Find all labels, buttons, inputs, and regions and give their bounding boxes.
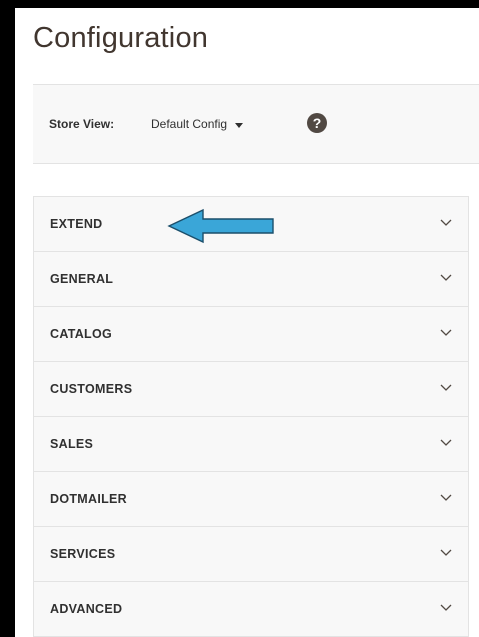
config-tabs: EXTEND GENERAL CATALOG CUSTOMERS SALES D… xyxy=(33,196,469,637)
tab-advanced[interactable]: ADVANCED xyxy=(34,582,468,637)
configuration-page: Configuration Store View: Default Config… xyxy=(15,8,479,637)
page-title: Configuration xyxy=(33,22,209,54)
chevron-down-icon xyxy=(440,384,452,391)
chevron-down-icon xyxy=(440,604,452,611)
tab-sales[interactable]: SALES xyxy=(34,417,468,472)
chevron-down-icon xyxy=(440,329,452,336)
store-view-switcher: Store View: Default Config ? xyxy=(33,84,479,164)
tab-dotmailer[interactable]: DOTMAILER xyxy=(34,472,468,527)
tab-label: CATALOG xyxy=(50,327,113,341)
tab-general[interactable]: GENERAL xyxy=(34,252,468,307)
tab-label: DOTMAILER xyxy=(50,492,127,506)
tab-label: SERVICES xyxy=(50,547,116,561)
chevron-down-icon xyxy=(440,274,452,281)
caret-down-icon xyxy=(235,122,244,128)
chevron-down-icon xyxy=(440,439,452,446)
tab-catalog[interactable]: CATALOG xyxy=(34,307,468,362)
tab-label: GENERAL xyxy=(50,272,114,286)
chevron-down-icon xyxy=(440,494,452,501)
tab-services[interactable]: SERVICES xyxy=(34,527,468,582)
left-arrow-icon xyxy=(167,208,274,244)
chevron-down-icon xyxy=(440,549,452,556)
tab-label: ADVANCED xyxy=(50,602,123,616)
tab-label: EXTEND xyxy=(50,217,103,231)
store-view-dropdown[interactable]: Default Config xyxy=(151,115,244,133)
store-view-label: Store View: xyxy=(49,117,115,131)
chevron-down-icon xyxy=(440,219,452,226)
tab-label: SALES xyxy=(50,437,94,451)
tab-customers[interactable]: CUSTOMERS xyxy=(34,362,468,417)
screenshot-frame: Configuration Store View: Default Config… xyxy=(0,0,479,637)
question-circle-icon[interactable]: ? xyxy=(307,113,327,133)
store-view-selected: Default Config xyxy=(151,117,228,131)
tab-label: CUSTOMERS xyxy=(50,382,133,396)
